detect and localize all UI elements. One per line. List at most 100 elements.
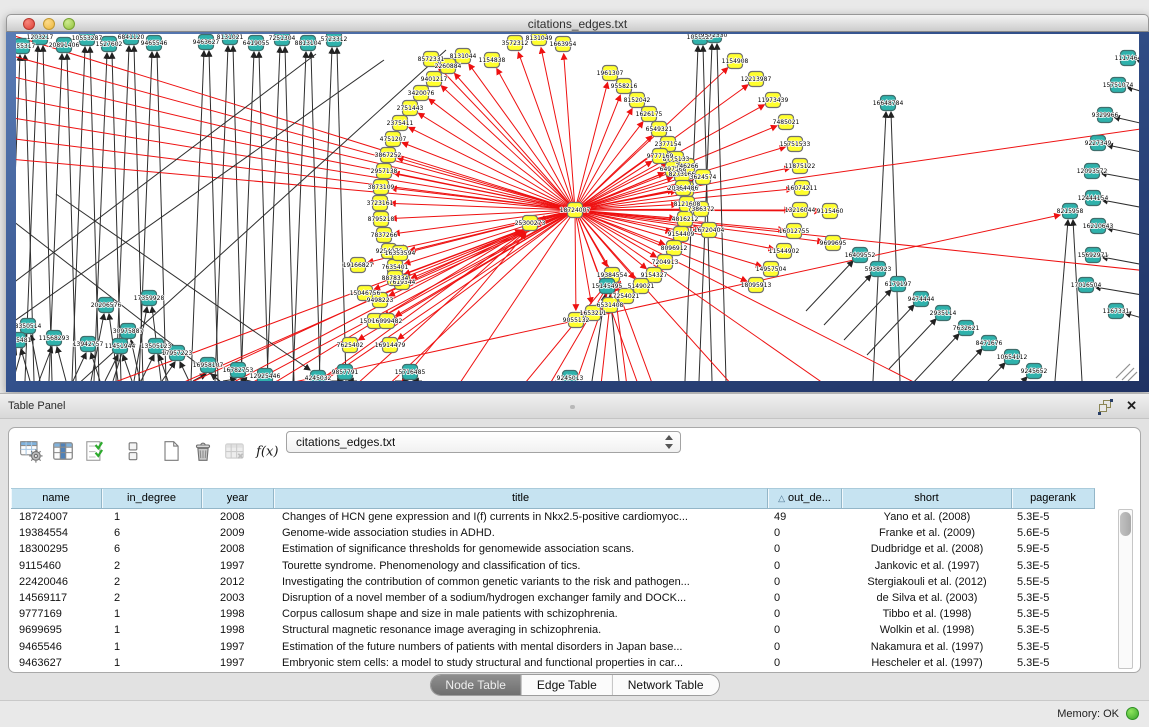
- table-cell: 9115460: [11, 558, 102, 574]
- select-columns-icon[interactable]: [51, 439, 75, 463]
- graph-node-label: 8096912: [661, 245, 688, 252]
- graph-node-label: 8131021: [217, 34, 244, 41]
- graph-node-label: 15046756: [350, 290, 381, 297]
- tab-node-table[interactable]: Node Table: [430, 675, 521, 695]
- graph-node-label: 1154908: [722, 58, 749, 65]
- graph-node-label: 9245013: [557, 375, 584, 381]
- graph-edge: [575, 95, 620, 210]
- graph-node-label: 18095913: [741, 282, 772, 289]
- table-cell: 2003: [202, 590, 274, 606]
- scrollbar-thumb[interactable]: [1120, 512, 1131, 536]
- graph-edge: [246, 210, 575, 381]
- table-row[interactable]: 1830029562008Estimation of significance …: [11, 541, 1095, 557]
- table-cell: 0: [768, 525, 842, 541]
- function-builder-icon[interactable]: f(x): [255, 439, 279, 463]
- panel-drag-handle[interactable]: [570, 405, 575, 409]
- table-cell: 5.3E-5: [1012, 558, 1095, 574]
- column-header-year[interactable]: year: [202, 488, 274, 509]
- table-cell: 5.3E-5: [1012, 606, 1095, 622]
- graph-node-label: 17016504: [1071, 282, 1102, 289]
- graph-node-label: 746266: [676, 163, 699, 170]
- resize-grip[interactable]: [1116, 364, 1130, 378]
- graph-node-label: 13216044: [785, 207, 816, 214]
- table-row[interactable]: 946554611997Estimation of the future num…: [11, 639, 1095, 655]
- table-cell: 1997: [202, 558, 274, 574]
- tab-network-table[interactable]: Network Table: [612, 675, 719, 695]
- graph-node-label: 11544902: [769, 248, 800, 255]
- table-row[interactable]: 946362711997Embryonic stem cells: a mode…: [11, 655, 1095, 671]
- row-height-icon[interactable]: [121, 439, 145, 463]
- graph-node-label: 4751207: [380, 136, 407, 143]
- graph-node-label: 2375411: [387, 120, 414, 127]
- window-titlebar[interactable]: citations_edges.txt: [6, 14, 1149, 32]
- graph-node-label: 14957504: [756, 266, 787, 273]
- table-row[interactable]: 911546021997Tourette syndrome. Phenomeno…: [11, 558, 1095, 574]
- graph-node-label: 1117464: [1115, 55, 1139, 62]
- graph-edge: [912, 334, 959, 381]
- network-window: citations_edges.txt 18724007226088494012…: [6, 14, 1149, 392]
- graph-node-label: 1626175: [636, 111, 663, 118]
- network-select[interactable]: citations_edges.txt: [286, 431, 681, 453]
- graph-edge: [935, 349, 982, 381]
- float-panel-icon[interactable]: [1099, 400, 1113, 413]
- graph-node-label: 9115460: [817, 208, 844, 215]
- graph-edge: [429, 99, 575, 210]
- table-row[interactable]: 1872400712008Changes of HCN gene express…: [11, 509, 1095, 525]
- vertical-scrollbar[interactable]: [1118, 509, 1133, 669]
- graph-edge: [575, 210, 576, 310]
- close-panel-icon[interactable]: ✕: [1126, 398, 1137, 414]
- column-header-pagerank[interactable]: pagerank: [1012, 488, 1095, 509]
- table-row[interactable]: 1456911722003Disruption of a novel membe…: [11, 590, 1095, 606]
- table-cell: 2008: [202, 541, 274, 557]
- column-header-out_de[interactable]: △out_de...: [768, 488, 842, 509]
- graph-node-label: 12093572: [1077, 168, 1108, 175]
- table-cell: 2012: [202, 574, 274, 590]
- graph-node-label: 12213987: [741, 76, 772, 83]
- graph-edge: [389, 210, 575, 296]
- table-settings-icon[interactable]: [19, 439, 43, 463]
- graph-node-label: 11875122: [785, 163, 816, 170]
- table-cell: Changes of HCN gene expression and I(f) …: [274, 509, 768, 525]
- graph-node-label: 2751443: [397, 105, 424, 112]
- graph-node-label: 8795218: [368, 216, 395, 223]
- delete-table-icon[interactable]: [191, 439, 215, 463]
- graph-node-label: 17957223: [162, 350, 193, 357]
- column-header-in_degree[interactable]: in_degree: [102, 488, 202, 509]
- table-cell: 0: [768, 574, 842, 590]
- table-cell: Disruption of a novel member of a sodium…: [274, 590, 768, 606]
- graph-edge: [223, 379, 236, 381]
- graph-node-label: 7251304: [269, 35, 296, 42]
- column-header-name[interactable]: name: [11, 488, 102, 509]
- tab-edge-table[interactable]: Edge Table: [521, 675, 612, 695]
- graph-node-label: 16648784: [873, 100, 904, 107]
- graph-edge: [72, 47, 85, 381]
- network-canvas[interactable]: 1872400722608849401217342007627514432375…: [16, 34, 1139, 381]
- select-rows-icon[interactable]: [83, 439, 107, 463]
- table-cell: 0: [768, 655, 842, 671]
- column-header-title[interactable]: title: [274, 488, 768, 509]
- table-cell: Embryonic stem cells: a model to study s…: [274, 655, 768, 671]
- table-header-row: namein_degreeyeartitle△out_de...shortpag…: [11, 488, 1095, 509]
- graph-node-label: 6531408: [597, 302, 624, 309]
- graph-node-label: 30975887: [113, 328, 144, 335]
- new-table-icon[interactable]: [159, 439, 183, 463]
- table-row[interactable]: 1938455462009Genome-wide association stu…: [11, 525, 1095, 541]
- table-row[interactable]: 977716911998Corpus callosum shape and si…: [11, 606, 1095, 622]
- table-row[interactable]: 969969511998Structural magnetic resonanc…: [11, 622, 1095, 638]
- graph-edge: [180, 362, 189, 381]
- graph-edge: [267, 47, 280, 381]
- graph-node-label: 1167331: [1103, 308, 1130, 315]
- graph-edge: [241, 52, 254, 381]
- graph-node-label: 9227349: [1085, 140, 1112, 147]
- graph-edge: [285, 47, 294, 381]
- table-cell: Wolkin et al. (1998): [842, 622, 1012, 638]
- table-cell: 0: [768, 606, 842, 622]
- table-cell: 0: [768, 622, 842, 638]
- table-row[interactable]: 2242004622012Investigating the contribut…: [11, 574, 1095, 590]
- table-cell: 5.3E-5: [1012, 622, 1095, 638]
- graph-node-label: 7204913: [652, 259, 679, 266]
- graph-node-label: 9463627: [193, 39, 220, 46]
- column-header-short[interactable]: short: [842, 488, 1012, 509]
- graph-edge: [717, 44, 726, 381]
- graph-edge: [311, 52, 320, 381]
